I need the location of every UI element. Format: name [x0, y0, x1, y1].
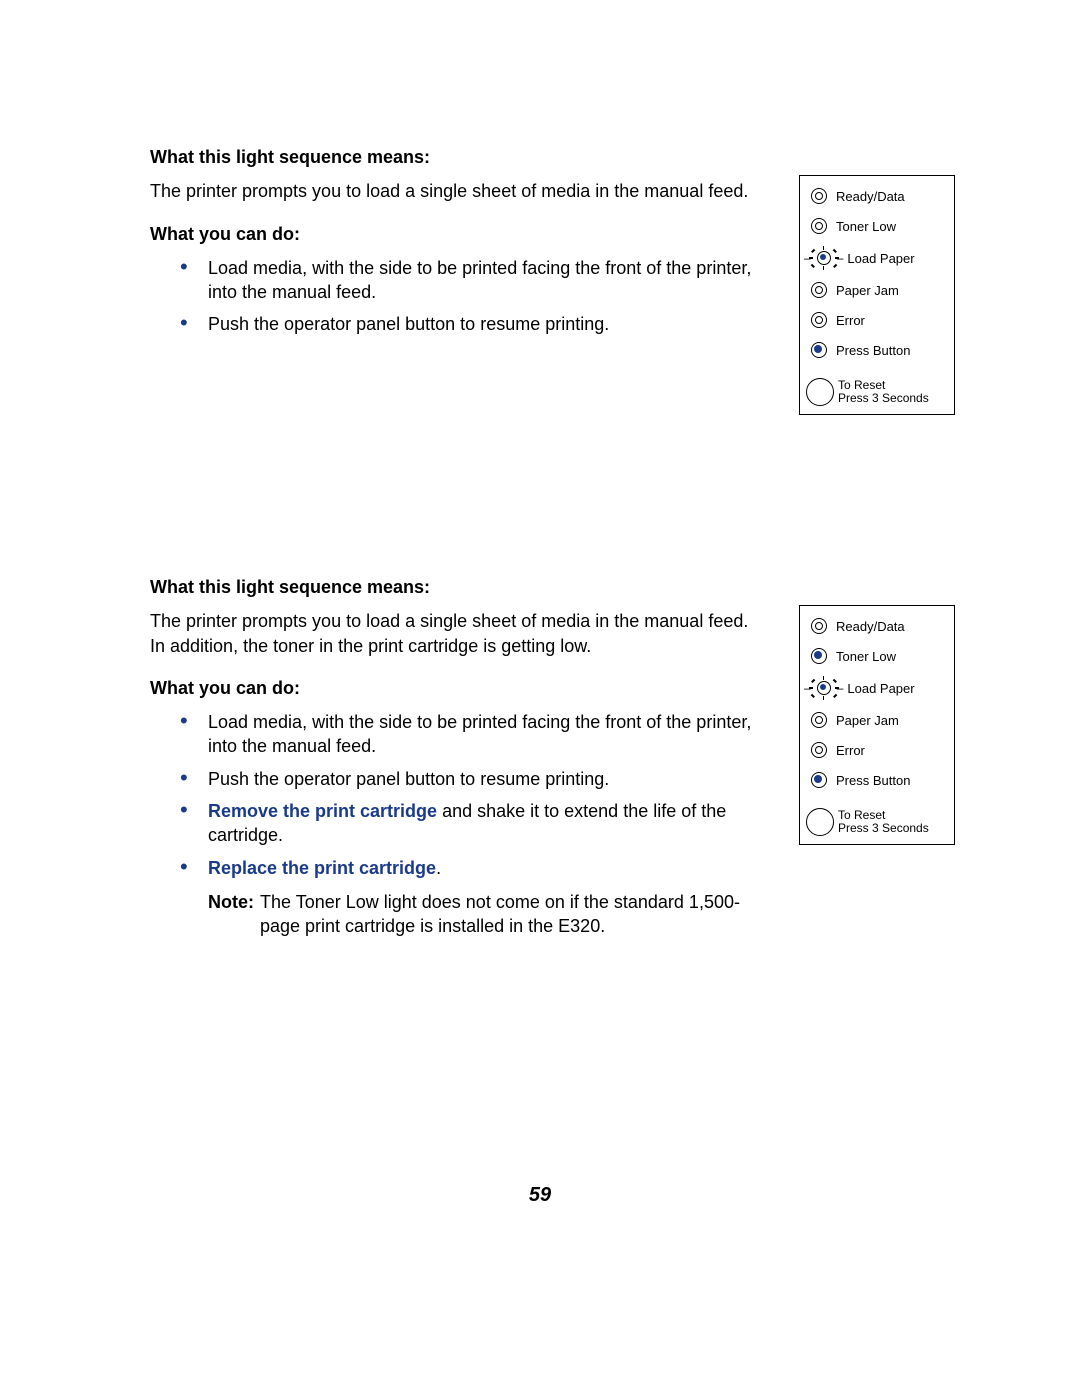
description: The printer prompts you to load a single… — [150, 179, 759, 203]
led-off-icon — [806, 218, 832, 234]
reset-button-diagram: To Reset Press 3 Seconds — [806, 378, 948, 406]
heading-what-you-can-do: What you can do: — [150, 222, 759, 246]
led-off-icon — [806, 618, 832, 634]
remove-print-cartridge-link[interactable]: Remove the print cartridge — [208, 801, 437, 821]
light-toner-low: Toner Low — [806, 648, 948, 664]
text-column-2: What this light sequence means: The prin… — [150, 575, 799, 939]
heading-light-sequence: What this light sequence means: — [150, 575, 759, 599]
led-on-icon — [806, 648, 832, 664]
text-column-1: What this light sequence means: The prin… — [150, 145, 799, 345]
page-content: What this light sequence means: The prin… — [0, 0, 1080, 939]
list-item: Push the operator panel button to resume… — [180, 767, 759, 791]
light-press-button: Press Button — [806, 342, 948, 358]
heading-light-sequence: What this light sequence means: — [150, 145, 759, 169]
light-ready-data: Ready/Data — [806, 188, 948, 204]
bullet-list: Load media, with the side to be printed … — [180, 256, 759, 337]
light-paper-jam: Paper Jam — [806, 282, 948, 298]
note: Note: The Toner Low light does not come … — [208, 890, 759, 939]
light-load-paper: – – Load Paper — [804, 678, 948, 698]
reset-button-icon — [806, 378, 834, 406]
replace-print-cartridge-link[interactable]: Replace the print cartridge — [208, 858, 436, 878]
section-1: What this light sequence means: The prin… — [150, 145, 955, 415]
led-off-icon — [806, 742, 832, 758]
light-paper-jam: Paper Jam — [806, 712, 948, 728]
led-off-icon — [806, 188, 832, 204]
list-item: Replace the print cartridge. — [180, 856, 759, 880]
light-press-button: Press Button — [806, 772, 948, 788]
light-load-paper: – – Load Paper — [804, 248, 948, 268]
list-item: Load media, with the side to be printed … — [180, 710, 759, 759]
led-off-icon — [806, 312, 832, 328]
list-item: Load media, with the side to be printed … — [180, 256, 759, 305]
led-off-icon — [806, 712, 832, 728]
list-item: Push the operator panel button to resume… — [180, 312, 759, 336]
led-off-icon — [806, 282, 832, 298]
page-number: 59 — [0, 1184, 1080, 1207]
led-blink-icon — [811, 678, 837, 698]
light-error: Error — [806, 742, 948, 758]
reset-button-icon — [806, 808, 834, 836]
section-2: What this light sequence means: The prin… — [150, 575, 955, 939]
heading-what-you-can-do: What you can do: — [150, 676, 759, 700]
bullet-list: Load media, with the side to be printed … — [180, 710, 759, 880]
description: The printer prompts you to load a single… — [150, 609, 759, 658]
note-text: The Toner Low light does not come on if … — [260, 890, 759, 939]
light-ready-data: Ready/Data — [806, 618, 948, 634]
note-label: Note: — [208, 890, 254, 939]
led-on-icon — [806, 772, 832, 788]
light-error: Error — [806, 312, 948, 328]
led-on-icon — [806, 342, 832, 358]
light-toner-low: Toner Low — [806, 218, 948, 234]
operator-panel-diagram: Ready/Data Toner Low – – Load Paper Pape… — [799, 175, 955, 415]
led-blink-icon — [811, 248, 837, 268]
list-item: Remove the print cartridge and shake it … — [180, 799, 759, 848]
operator-panel-diagram: Ready/Data Toner Low – – Load Paper Pape… — [799, 605, 955, 845]
reset-button-diagram: To Reset Press 3 Seconds — [806, 808, 948, 836]
